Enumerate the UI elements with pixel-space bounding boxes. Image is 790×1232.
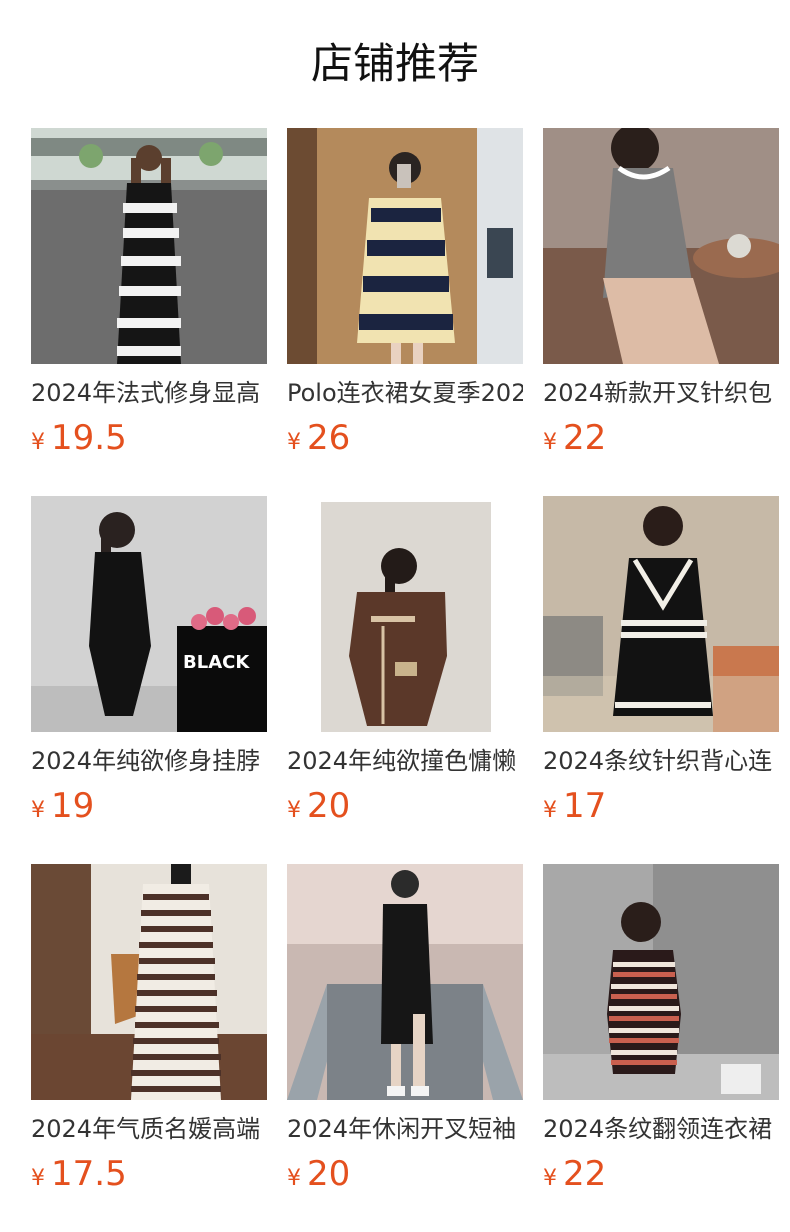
product-image[interactable] xyxy=(287,864,523,1100)
currency-symbol: ¥ xyxy=(543,798,557,823)
product-image[interactable] xyxy=(287,496,523,732)
product-image[interactable] xyxy=(543,496,779,732)
currency-symbol: ¥ xyxy=(287,798,301,823)
product-name[interactable]: 2024年纯欲撞色慵懒 xyxy=(287,744,523,778)
product-image[interactable] xyxy=(543,128,779,364)
currency-symbol: ¥ xyxy=(543,430,557,455)
price-value: 22 xyxy=(563,1154,607,1194)
product-price: ¥22 xyxy=(543,416,606,460)
price-value: 20 xyxy=(307,1154,351,1194)
shop-recommend-header: 店铺推荐 xyxy=(0,0,790,128)
currency-symbol: ¥ xyxy=(31,430,45,455)
currency-symbol: ¥ xyxy=(543,1166,557,1191)
currency-symbol: ¥ xyxy=(287,1166,301,1191)
bag-text: BLACK xyxy=(183,652,250,673)
currency-symbol: ¥ xyxy=(287,430,301,455)
price-value: 19.5 xyxy=(51,418,127,458)
product-image[interactable] xyxy=(31,128,267,364)
product-name[interactable]: Polo连衣裙女夏季2024 xyxy=(287,376,523,410)
price-value: 26 xyxy=(307,418,351,458)
product-price: ¥17.5 xyxy=(31,1152,127,1196)
product-name[interactable]: 2024年气质名媛高端 xyxy=(31,1112,267,1146)
page-title: 店铺推荐 xyxy=(310,39,479,88)
product-image[interactable] xyxy=(543,864,779,1100)
product-name[interactable]: 2024条纹翻领连衣裙 xyxy=(543,1112,779,1146)
product-price: ¥20 xyxy=(287,1152,350,1196)
product-price: ¥17 xyxy=(543,784,606,828)
product-name[interactable]: 2024新款开叉针织包 xyxy=(543,376,779,410)
price-value: 19 xyxy=(51,786,95,826)
product-price: ¥20 xyxy=(287,784,350,828)
currency-symbol: ¥ xyxy=(31,1166,45,1191)
product-price: ¥22 xyxy=(543,1152,606,1196)
product-image[interactable] xyxy=(287,128,523,364)
product-image[interactable]: BLACK xyxy=(31,496,267,732)
product-image[interactable] xyxy=(31,864,267,1100)
product-name[interactable]: 2024年纯欲修身挂脖 xyxy=(31,744,267,778)
currency-symbol: ¥ xyxy=(31,798,45,823)
price-value: 20 xyxy=(307,786,351,826)
product-price: ¥19.5 xyxy=(31,416,127,460)
product-price: ¥19 xyxy=(31,784,94,828)
price-value: 22 xyxy=(563,418,607,458)
product-name[interactable]: 2024年法式修身显高 xyxy=(31,376,267,410)
product-price: ¥26 xyxy=(287,416,350,460)
product-name[interactable]: 2024条纹针织背心连 xyxy=(543,744,779,778)
price-value: 17.5 xyxy=(51,1154,127,1194)
product-name[interactable]: 2024年休闲开叉短袖 xyxy=(287,1112,523,1146)
price-value: 17 xyxy=(563,786,607,826)
